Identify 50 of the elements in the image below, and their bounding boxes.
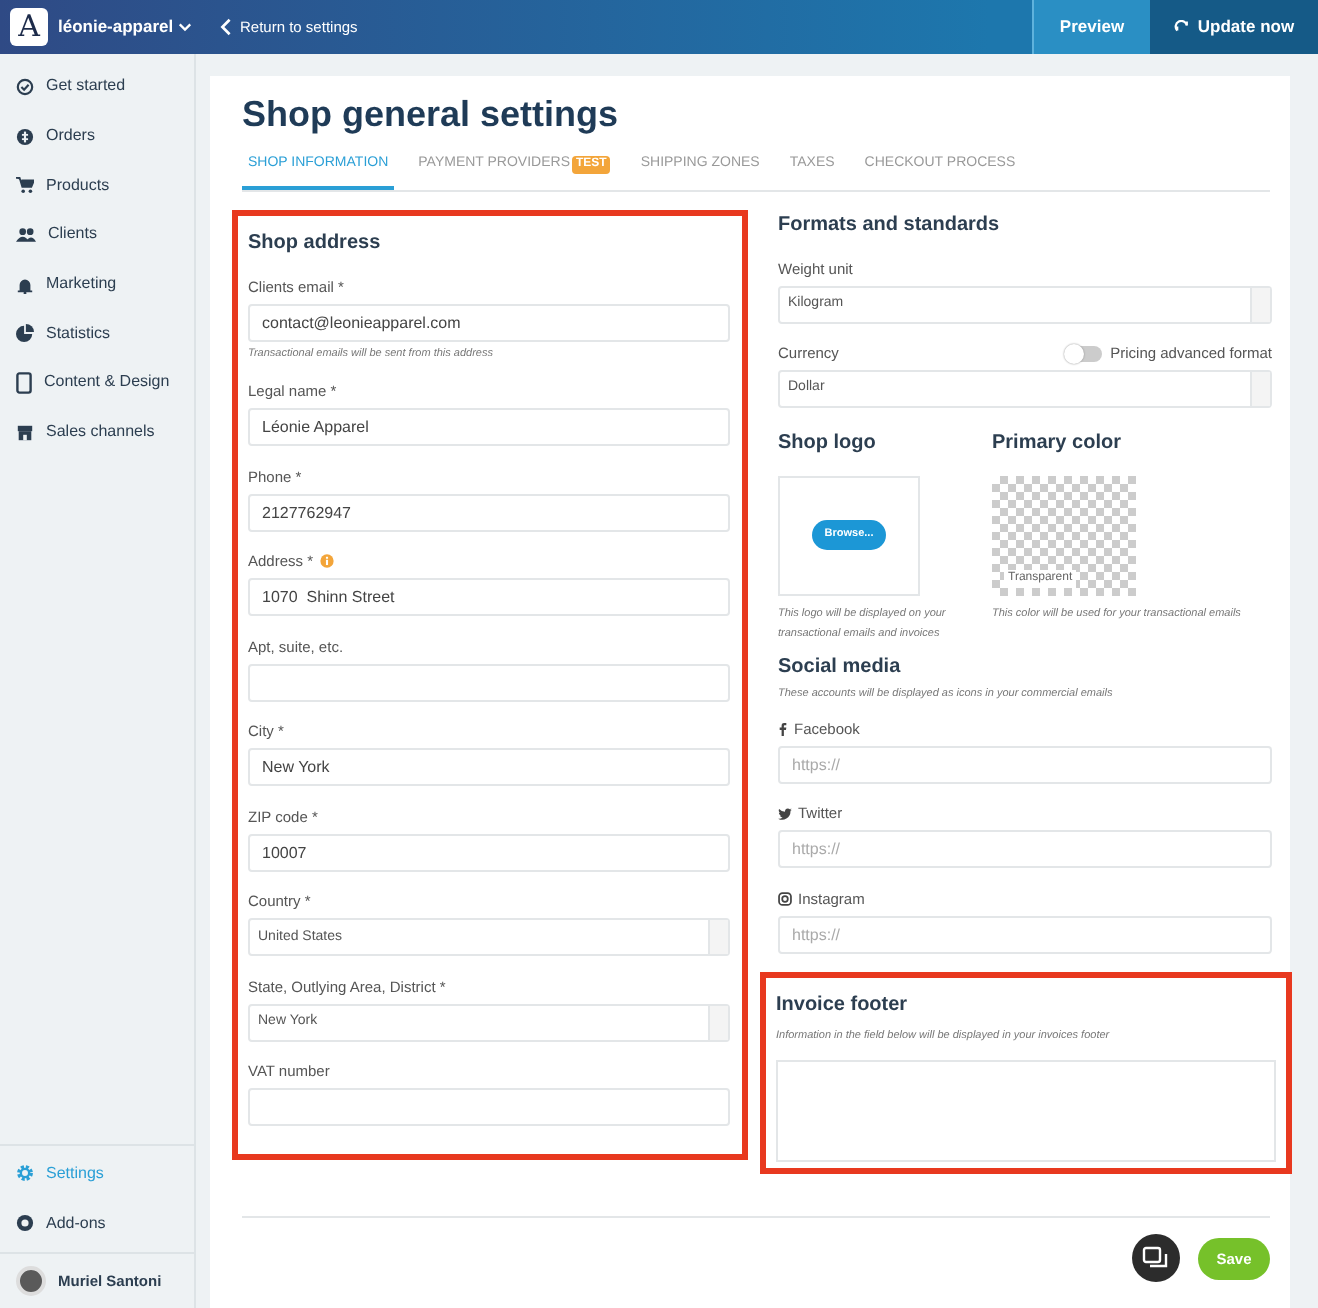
- input-field[interactable]: contact@leonieapparel.com: [248, 303, 730, 341]
- sidebar-item[interactable]: Clients: [0, 210, 194, 260]
- preview-button[interactable]: Preview: [1032, 0, 1150, 54]
- bird-icon: [778, 807, 792, 820]
- sidebar-item[interactable]: Marketing: [0, 259, 194, 309]
- refresh-icon: [1173, 19, 1190, 35]
- users-icon: [16, 225, 36, 244]
- shop-switcher[interactable]: léonie-apparel: [58, 14, 192, 40]
- pie-chart-icon: [16, 324, 34, 343]
- section-title: Social media: [778, 653, 903, 681]
- section-title: Formats and standards: [778, 211, 1002, 239]
- input-field[interactable]: New York: [248, 748, 730, 787]
- help-chat-icon[interactable]: [1132, 1234, 1180, 1283]
- input-field[interactable]: 1070 Shinn Street: [248, 578, 730, 617]
- logo: A: [10, 8, 48, 46]
- sidebar-item[interactable]: Products: [0, 160, 194, 211]
- phone-icon: [16, 371, 32, 394]
- gear-icon: [16, 1164, 34, 1183]
- store-icon: [16, 423, 34, 442]
- input-field[interactable]: [248, 1088, 730, 1127]
- check-circle-icon: [16, 77, 34, 96]
- instagram-icon: [778, 891, 792, 906]
- update-button[interactable]: Update now: [1150, 0, 1318, 54]
- input-field[interactable]: https://: [778, 915, 1272, 954]
- section-title: Shop logo: [778, 429, 878, 457]
- chevron-left-icon: [220, 18, 232, 36]
- page-title: Shop general settings: [242, 92, 621, 138]
- avatar: [16, 1266, 46, 1296]
- sidebar-item[interactable]: Get started: [0, 62, 194, 112]
- bell-icon: [16, 275, 34, 294]
- sidebar-item[interactable]: Add-ons: [0, 1198, 194, 1248]
- section-title: Shop address: [248, 229, 383, 257]
- section-title: Invoice footer: [776, 992, 910, 1021]
- input-field[interactable]: 2127762947: [248, 493, 730, 532]
- input-field[interactable]: https://: [778, 830, 1272, 869]
- sidebar-item[interactable]: Orders: [0, 111, 194, 161]
- input-field[interactable]: Léonie Apparel: [248, 408, 730, 447]
- sidebar-item[interactable]: Statistics: [0, 308, 194, 359]
- sidebar-item[interactable]: Content & Design: [0, 358, 194, 408]
- input-field[interactable]: [248, 663, 730, 702]
- chevron-down-icon: [177, 22, 192, 32]
- input-field[interactable]: 10007: [248, 833, 730, 872]
- dollar-icon: [16, 127, 34, 146]
- facebook-icon: [778, 721, 788, 736]
- text-area[interactable]: [776, 1059, 1276, 1161]
- cart-icon: [16, 176, 34, 195]
- sidebar-item[interactable]: Sales channels: [0, 407, 194, 457]
- toggle-switch[interactable]: [1066, 345, 1103, 361]
- section-title: Primary color: [992, 429, 1123, 457]
- input-field[interactable]: https://: [778, 745, 1272, 784]
